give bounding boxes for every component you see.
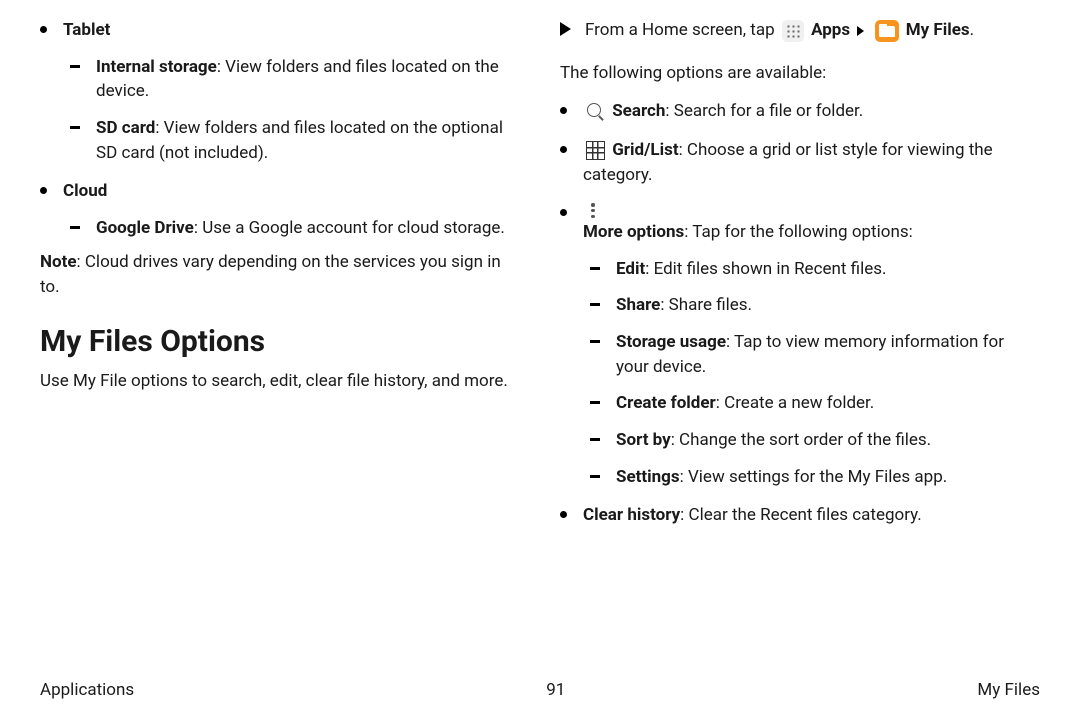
item-bold: Storage usage — [616, 332, 726, 352]
page-columns: Tablet Internal storage: View folders an… — [40, 18, 1040, 538]
item-desc: : Tap for the following options: — [684, 222, 913, 242]
page-footer: Applications 91 My Files — [40, 680, 1040, 700]
item-desc: : Clear the Recent files category. — [680, 505, 922, 525]
item-text: Share: Share files. — [616, 293, 1040, 318]
item-bold: SD card — [96, 118, 155, 138]
bullet-icon — [560, 146, 567, 153]
item-text: Storage usage: Tap to view memory inform… — [616, 330, 1040, 379]
list-item-tablet: Tablet — [40, 18, 520, 43]
item-bold: Clear history — [583, 505, 680, 525]
step-from-home: From a Home screen, tap Apps My Files. — [560, 18, 1040, 43]
item-bold: Google Drive — [96, 218, 194, 238]
list-item-more-options: More options: Tap for the following opti… — [560, 201, 1040, 245]
item-text: Settings: View settings for the My Files… — [616, 465, 1040, 490]
dash-icon — [590, 340, 600, 343]
item-bold: Internal storage — [96, 57, 217, 77]
list-item-storage-usage: Storage usage: Tap to view memory inform… — [560, 330, 1040, 379]
bullet-icon — [560, 511, 567, 518]
chevron-right-icon — [857, 26, 864, 36]
note-bold: Note — [40, 252, 77, 272]
tablet-label: Tablet — [63, 18, 520, 43]
item-bold: Settings — [616, 467, 680, 487]
available-options-text: The following options are available: — [560, 61, 1040, 86]
item-desc: : Use a Google account for cloud storage… — [194, 218, 505, 238]
list-item-search: Search: Search for a file or folder. — [560, 99, 1040, 124]
dash-icon — [590, 475, 600, 478]
item-text: Sort by: Change the sort order of the fi… — [616, 428, 1040, 453]
dash-icon — [70, 226, 80, 229]
item-desc: : Edit files shown in Recent files. — [645, 259, 886, 279]
item-text: More options: Tap for the following opti… — [583, 201, 1040, 245]
item-text: SD card: View folders and files located … — [96, 116, 520, 165]
item-text: Grid/List: Choose a grid or list style f… — [583, 138, 1040, 187]
dash-icon — [590, 303, 600, 306]
item-bold: Sort by — [616, 430, 671, 450]
intro-text: Use My File options to search, edit, cle… — [40, 369, 520, 394]
list-item-clear-history: Clear history: Clear the Recent files ca… — [560, 503, 1040, 528]
left-column: Tablet Internal storage: View folders an… — [40, 18, 520, 538]
grid-icon — [586, 141, 605, 160]
note-text: Note: Cloud drives vary depending on the… — [40, 250, 520, 299]
item-bold: Edit — [616, 259, 645, 279]
list-item-internal-storage: Internal storage: View folders and files… — [40, 55, 520, 104]
note-body: : Cloud drives vary depending on the ser… — [40, 252, 501, 297]
step-pre: From a Home screen, tap — [585, 20, 779, 40]
item-text: Edit: Edit files shown in Recent files. — [616, 257, 1040, 282]
item-desc: : View folders and files located on the … — [96, 118, 503, 163]
step-text: From a Home screen, tap Apps My Files. — [585, 18, 1040, 43]
my-files-folder-icon — [875, 20, 899, 42]
item-desc: : Search for a file or folder. — [665, 101, 863, 121]
dash-icon — [590, 267, 600, 270]
bullet-icon — [40, 26, 47, 33]
dash-icon — [70, 65, 80, 68]
item-desc: : Share files. — [660, 295, 752, 315]
search-icon — [586, 102, 605, 121]
item-text: Create folder: Create a new folder. — [616, 391, 1040, 416]
myfiles-label: My Files — [906, 20, 970, 40]
dash-icon — [590, 438, 600, 441]
footer-page-number: 91 — [546, 680, 565, 700]
list-item-google-drive: Google Drive: Use a Google account for c… — [40, 216, 520, 241]
dash-icon — [70, 126, 80, 129]
item-desc: : Change the sort order of the files. — [671, 430, 931, 450]
list-item-share: Share: Share files. — [560, 293, 1040, 318]
footer-right: My Files — [977, 680, 1040, 700]
list-item-create-folder: Create folder: Create a new folder. — [560, 391, 1040, 416]
bullet-icon — [40, 187, 47, 194]
play-triangle-icon — [560, 22, 571, 36]
item-desc: : View settings for the My Files app. — [680, 467, 948, 487]
item-desc: : Create a new folder. — [716, 393, 874, 413]
apps-grid-icon — [782, 20, 804, 42]
item-bold: Search — [612, 101, 665, 121]
cloud-label: Cloud — [63, 179, 520, 204]
bullet-icon — [560, 209, 567, 216]
item-text: Google Drive: Use a Google account for c… — [96, 216, 520, 241]
list-item-edit: Edit: Edit files shown in Recent files. — [560, 257, 1040, 282]
list-item-sort-by: Sort by: Change the sort order of the fi… — [560, 428, 1040, 453]
bullet-icon — [560, 107, 567, 114]
item-bold: Grid/List — [612, 140, 678, 160]
list-item-settings: Settings: View settings for the My Files… — [560, 465, 1040, 490]
item-text: Clear history: Clear the Recent files ca… — [583, 503, 1040, 528]
footer-left: Applications — [40, 680, 134, 700]
item-bold: More options — [583, 222, 684, 242]
item-bold: Share — [616, 295, 660, 315]
list-item-cloud: Cloud — [40, 179, 520, 204]
item-text: Search: Search for a file or folder. — [583, 99, 1040, 124]
item-bold: Create folder — [616, 393, 716, 413]
list-item-grid-list: Grid/List: Choose a grid or list style f… — [560, 138, 1040, 187]
right-column: From a Home screen, tap Apps My Files. T… — [560, 18, 1040, 538]
more-options-icon — [586, 201, 600, 220]
heading-my-files-options: My Files Options — [40, 324, 520, 359]
item-text: Internal storage: View folders and files… — [96, 55, 520, 104]
apps-label: Apps — [811, 20, 850, 40]
list-item-sd-card: SD card: View folders and files located … — [40, 116, 520, 165]
dash-icon — [590, 401, 600, 404]
